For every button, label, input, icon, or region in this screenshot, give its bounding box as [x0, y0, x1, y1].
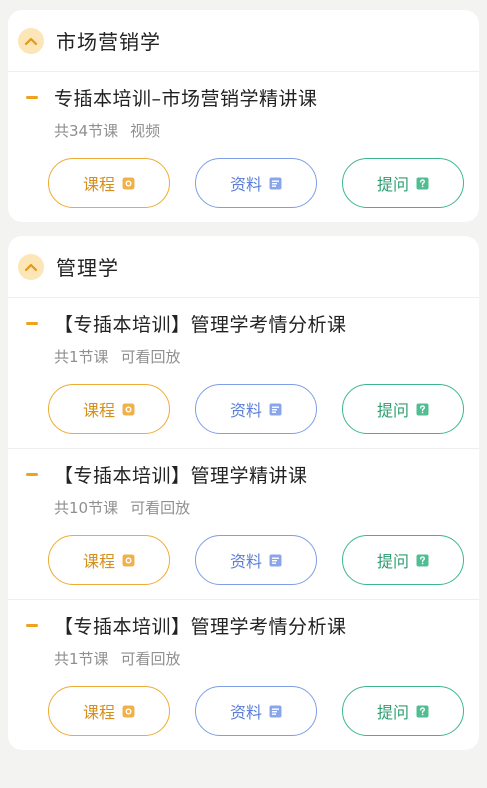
document-icon: [269, 403, 282, 415]
course-type: 可看回放: [130, 499, 191, 517]
ask-button[interactable]: 提问: [342, 384, 464, 434]
dash-icon: [26, 472, 38, 476]
document-icon: [269, 554, 282, 566]
lesson-count: 共10节课: [54, 499, 119, 517]
materials-button[interactable]: 资料: [195, 686, 317, 736]
ask-button[interactable]: 提问: [342, 158, 464, 208]
chevron-up-icon[interactable]: [18, 27, 44, 54]
question-icon: [416, 705, 429, 717]
course-item: 【专插本培训】管理学考情分析课 共1节课 可看回放 课程 资料 提问: [8, 600, 479, 750]
section-title: 管理学: [56, 256, 119, 280]
dash-icon: [26, 623, 38, 627]
course-button-label: 课程: [82, 401, 115, 420]
section-title: 市场营销学: [56, 30, 161, 54]
lesson-count: 共1节课: [54, 348, 109, 366]
ask-button-label: 提问: [376, 175, 409, 194]
section-header[interactable]: 管理学: [8, 236, 479, 298]
course-title[interactable]: 专插本培训–市场营销学精讲课: [54, 84, 318, 111]
ask-button[interactable]: 提问: [342, 686, 464, 736]
materials-button[interactable]: 资料: [195, 384, 317, 434]
section-card-marketing: 市场营销学 专插本培训–市场营销学精讲课 共34节课 视频 课程 资料 提问: [8, 10, 479, 222]
dash-icon: [26, 321, 38, 325]
course-button-label: 课程: [82, 175, 115, 194]
course-title[interactable]: 【专插本培训】管理学考情分析课: [54, 612, 347, 639]
document-icon: [269, 177, 282, 189]
question-icon: [416, 177, 429, 189]
play-circle-icon: [122, 177, 135, 189]
ask-button-label: 提问: [376, 401, 409, 420]
materials-button-label: 资料: [229, 703, 262, 722]
course-type: 视频: [130, 122, 161, 140]
dash-icon: [26, 95, 38, 99]
course-type: 可看回放: [120, 650, 181, 668]
course-title[interactable]: 【专插本培训】管理学精讲课: [54, 461, 308, 488]
lesson-count: 共34节课: [54, 122, 119, 140]
materials-button-label: 资料: [229, 552, 262, 571]
play-circle-icon: [122, 403, 135, 415]
question-icon: [416, 403, 429, 415]
chevron-up-icon[interactable]: [18, 253, 44, 280]
ask-button[interactable]: 提问: [342, 535, 464, 585]
course-item: 【专插本培训】管理学考情分析课 共1节课 可看回放 课程 资料 提问: [8, 298, 479, 449]
ask-button-label: 提问: [376, 552, 409, 571]
course-button[interactable]: 课程: [48, 384, 170, 434]
course-button-label: 课程: [82, 703, 115, 722]
play-circle-icon: [122, 554, 135, 566]
course-item: 专插本培训–市场营销学精讲课 共34节课 视频 课程 资料 提问: [8, 72, 479, 222]
lesson-count: 共1节课: [54, 650, 109, 668]
materials-button-label: 资料: [229, 175, 262, 194]
course-title[interactable]: 【专插本培训】管理学考情分析课: [54, 310, 347, 337]
document-icon: [269, 705, 282, 717]
course-button[interactable]: 课程: [48, 686, 170, 736]
section-header[interactable]: 市场营销学: [8, 10, 479, 72]
materials-button[interactable]: 资料: [195, 158, 317, 208]
materials-button-label: 资料: [229, 401, 262, 420]
section-card-management: 管理学 【专插本培训】管理学考情分析课 共1节课 可看回放 课程 资料 提问 【…: [8, 236, 479, 750]
course-type: 可看回放: [120, 348, 181, 366]
ask-button-label: 提问: [376, 703, 409, 722]
materials-button[interactable]: 资料: [195, 535, 317, 585]
course-list-page: 市场营销学 专插本培训–市场营销学精讲课 共34节课 视频 课程 资料 提问 管…: [0, 0, 487, 788]
course-button[interactable]: 课程: [48, 535, 170, 585]
question-icon: [416, 554, 429, 566]
play-circle-icon: [122, 705, 135, 717]
course-button[interactable]: 课程: [48, 158, 170, 208]
course-button-label: 课程: [82, 552, 115, 571]
course-item: 【专插本培训】管理学精讲课 共10节课 可看回放 课程 资料 提问: [8, 449, 479, 600]
